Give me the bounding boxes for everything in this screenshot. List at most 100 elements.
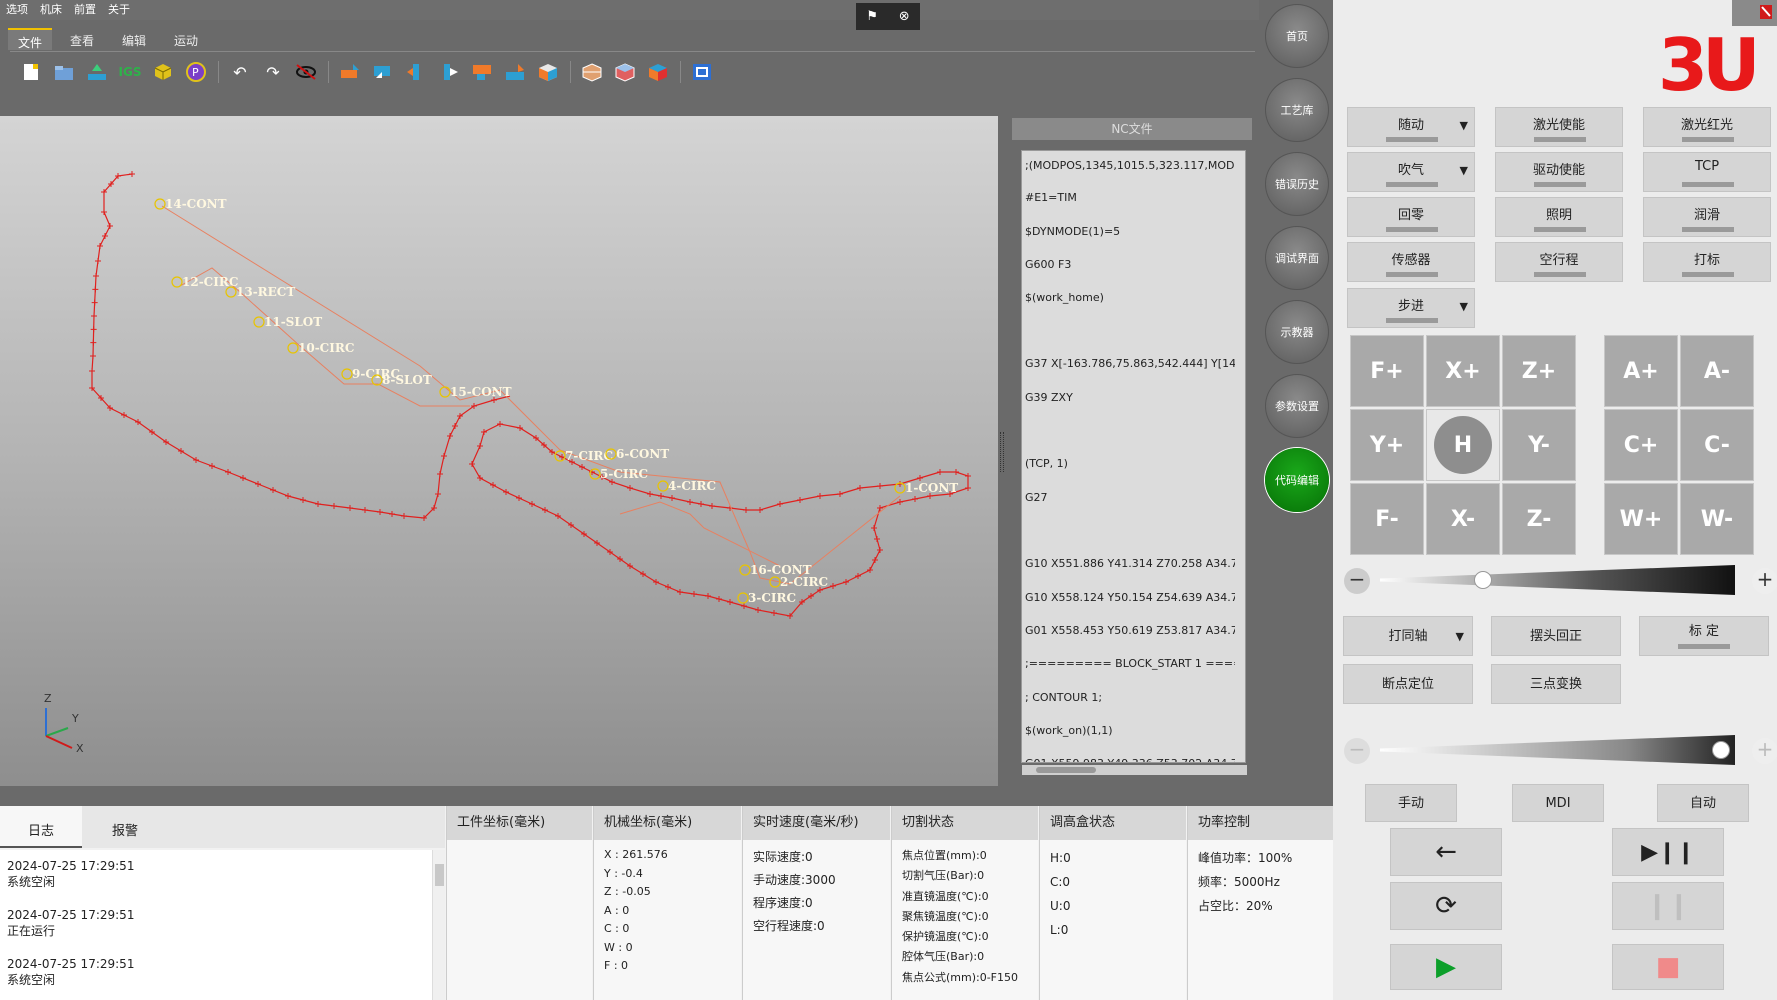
jog-x-plus[interactable]: X+ [1426,335,1500,407]
jog-f-minus[interactable]: F- [1350,483,1424,555]
view4-icon[interactable] [436,59,462,85]
nc-code-line[interactable]: G39 ZXY [1025,391,1235,404]
slider-minus-button[interactable]: − [1344,738,1370,764]
3d-viewport[interactable]: 14-CONT 12-CIRC 13-RECT 11-SLOT 10-CIRC 9-CIR… [0,116,998,786]
pin-icon[interactable]: ⚑ [866,9,878,24]
jog-z-plus[interactable]: Z+ [1502,335,1576,407]
nc-horizontal-scrollbar[interactable] [1022,765,1247,775]
nc-code-line[interactable]: (TCP, 1) [1025,457,1235,470]
igs-icon[interactable]: IGS [117,59,143,85]
jog-c-plus[interactable]: C+ [1604,409,1678,481]
jog-speed-slider[interactable]: − + [1340,565,1777,595]
slider-track[interactable] [1380,565,1735,595]
stop-button[interactable]: ■ [1612,944,1724,990]
redo-icon[interactable]: ↷ [260,59,286,85]
view5-icon[interactable] [469,59,495,85]
nc-code-line[interactable]: $(work_on)(1,1) [1025,724,1235,737]
tab-edit[interactable]: 编辑 [112,28,156,50]
nc-code-line[interactable]: #E1=TIM [1025,191,1235,204]
nav-error-history[interactable]: 错误历史 [1265,152,1329,216]
nc-code-line[interactable]: ;========= BLOCK_START 1 ==== [1025,657,1235,670]
view1-icon[interactable] [337,59,363,85]
jog-a-plus[interactable]: A+ [1604,335,1678,407]
slider-plus-button[interactable]: + [1752,568,1777,594]
lighting-button[interactable]: 照明 [1495,197,1623,237]
cube-color-icon[interactable] [645,59,671,85]
p-circle-icon[interactable]: P [183,59,209,85]
fit-view-icon[interactable] [689,59,715,85]
dropdown-arrow-icon[interactable]: ▼ [1456,617,1464,657]
tab-file[interactable]: 文件 [8,28,53,50]
dropdown-arrow-icon[interactable]: ▼ [1460,164,1468,177]
tab-motion[interactable]: 运动 [164,28,208,50]
jog-x-minus[interactable]: X- [1426,483,1500,555]
slider-knob[interactable] [1711,741,1730,759]
menu-about[interactable]: 关于 [102,0,136,20]
play-pause-button[interactable]: ▶❙❙ [1612,828,1724,876]
jog-w-plus[interactable]: W+ [1604,483,1678,555]
view6-icon[interactable] [502,59,528,85]
marking-button[interactable]: 打标 [1643,242,1771,282]
dropdown-arrow-icon[interactable]: ▼ [1460,119,1468,132]
follow-button[interactable]: 随动 ▼ [1347,107,1475,147]
cube-yellow-icon[interactable] [150,59,176,85]
dry-run-button[interactable]: 空行程 [1495,242,1623,282]
nc-code-line[interactable]: ;(MODPOS,1345,1015.5,323.117,MODP [1025,159,1235,172]
start-button[interactable]: ▶ [1390,944,1502,990]
log-list[interactable]: 2024-07-25 17:29:51 系统空闲 2024-07-25 17:29… [0,850,432,1000]
head-reset-button[interactable]: 摆头回正 [1491,616,1621,656]
step-button[interactable]: 步进 ▼ [1347,288,1475,328]
home-zero-button[interactable]: 回零 [1347,197,1475,237]
nc-code-line[interactable]: $DYNMODE(1)=5 [1025,225,1235,238]
box-icon[interactable] [535,59,561,85]
tab-alarm[interactable]: 报警 [112,820,138,839]
nc-code-line[interactable]: G01 X558.453 Y50.619 Z53.817 A34.71 [1025,624,1235,637]
nc-code-line[interactable]: G27 [1025,491,1235,504]
slider-track[interactable] [1380,735,1735,765]
laser-enable-button[interactable]: 激光使能 [1495,107,1623,147]
mode-manual-button[interactable]: 手动 [1365,784,1457,822]
jog-c-minus[interactable]: C- [1680,409,1754,481]
menu-post[interactable]: 前置 [68,0,102,20]
dropdown-arrow-icon[interactable]: ▼ [1460,300,1468,313]
nav-home[interactable]: 首页 [1265,4,1329,68]
jog-home-button[interactable]: H [1434,416,1492,474]
view3-icon[interactable] [403,59,429,85]
nc-code-list[interactable]: ;(MODPOS,1345,1015.5,323.117,MODP #E1=TIM… [1021,150,1246,763]
mode-auto-button[interactable]: 自动 [1657,784,1749,822]
back-button[interactable]: ← [1390,828,1502,876]
breakpoint-locate-button[interactable]: 断点定位 [1343,664,1473,704]
menu-machine[interactable]: 机床 [34,0,68,20]
override-slider[interactable]: − + [1340,735,1777,765]
three-point-transform-button[interactable]: 三点变换 [1491,664,1621,704]
scroll-thumb[interactable] [1036,767,1096,773]
calibrate-button[interactable]: 标 定 [1639,616,1769,656]
jog-w-minus[interactable]: W- [1680,483,1754,555]
nav-teach-pendant[interactable]: 示教器 [1265,300,1329,364]
sensor-button[interactable]: 传感器 [1347,242,1475,282]
tab-log[interactable]: 日志 [28,820,54,839]
jog-z-minus[interactable]: Z- [1502,483,1576,555]
nc-code-line[interactable]: G37 X[-163.786,75.863,542.444] Y[14.5! [1025,357,1235,370]
jog-f-plus[interactable]: F+ [1350,335,1424,407]
view2-icon[interactable] [370,59,396,85]
nav-parameters[interactable]: 参数设置 [1265,374,1329,438]
slider-knob[interactable] [1473,571,1492,589]
nc-code-line[interactable]: G10 X558.124 Y50.154 Z54.639 A34.71 [1025,591,1235,604]
nav-process-library[interactable]: 工艺库 [1265,78,1329,142]
tab-view[interactable]: 查看 [60,28,104,50]
save-icon[interactable] [84,59,110,85]
undo-icon[interactable]: ↶ [227,59,253,85]
new-file-icon[interactable] [18,59,44,85]
nav-debug[interactable]: 调试界面 [1265,226,1329,290]
nc-code-line[interactable]: G10 X551.886 Y41.314 Z70.258 A34.71 [1025,557,1235,570]
nc-code-line[interactable]: ; CONTOUR 1; [1025,691,1235,704]
mode-mdi-button[interactable]: MDI [1512,784,1604,822]
coaxial-button[interactable]: 打同轴 ▼ [1343,616,1473,656]
jog-y-plus[interactable]: Y+ [1350,409,1424,481]
toolpath-canvas[interactable]: 14-CONT12-CIRC13-RECT11-SLOT10-CIRC9-CIR… [0,116,998,786]
blow-button[interactable]: 吹气 ▼ [1347,152,1475,192]
nc-code-line[interactable]: G600 F3 [1025,258,1235,271]
slider-minus-button[interactable]: − [1344,568,1370,594]
hide-icon[interactable] [293,59,319,85]
